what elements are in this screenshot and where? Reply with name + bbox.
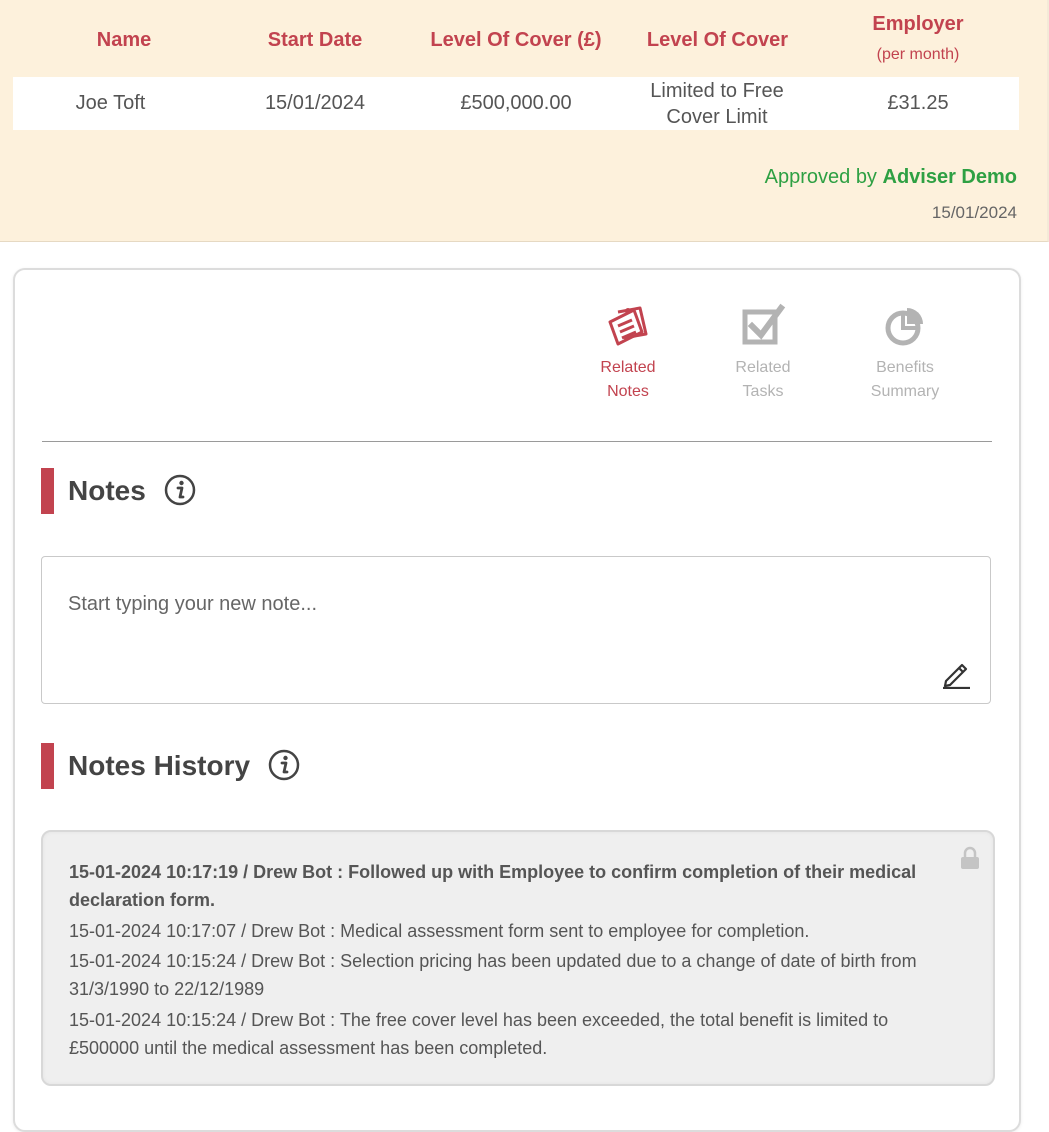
- notes-heading: Notes: [41, 468, 196, 514]
- history-entry: 15-01-2024 10:17:19 / Drew Bot : Followe…: [69, 858, 959, 914]
- history-entry-line1: 15-01-2024 10:17:07 / Drew Bot : Medical…: [69, 921, 810, 941]
- approval-status: Approved by Adviser Demo: [765, 166, 1017, 189]
- cell-level-of-cover-line1: Limited to Free: [650, 80, 784, 102]
- heading-accent-bar: [41, 468, 54, 514]
- tab-related-notes-line1: Related: [600, 359, 656, 376]
- history-entry: 15-01-2024 10:17:07 / Drew Bot : Medical…: [69, 917, 959, 945]
- history-entry-line1: 15-01-2024 10:17:19 / Drew Bot : Followe…: [69, 862, 917, 882]
- related-card: Related Notes Related Tasks Benefits Sum…: [13, 268, 1021, 1132]
- tab-related-notes-line2: Notes: [607, 383, 649, 400]
- header-employer: Employer (per month): [848, 13, 988, 64]
- header-employer-sub: (per month): [876, 46, 960, 63]
- approval-date: 15/01/2024: [931, 203, 1017, 222]
- notes-icon: [608, 306, 648, 346]
- new-note-input[interactable]: [68, 593, 928, 616]
- cell-level-of-cover-line2: Cover Limit: [666, 106, 768, 128]
- lock-icon[interactable]: [959, 846, 981, 870]
- info-icon[interactable]: [164, 474, 196, 506]
- cell-start-date: 15/01/2024: [264, 92, 366, 114]
- header-name: Name: [96, 29, 152, 51]
- tab-benefits-summary[interactable]: Benefits Summary: [850, 302, 960, 404]
- approved-by-name: Adviser Demo: [882, 166, 1018, 188]
- cell-level-of-cover: Limited to Free Cover Limit: [627, 78, 807, 130]
- tab-benefits-summary-line1: Benefits: [876, 359, 934, 376]
- cell-level-of-cover-gbp: £500,000.00: [460, 92, 572, 114]
- info-icon[interactable]: [268, 749, 300, 781]
- history-entry-line1: 15-01-2024 10:15:24 / Drew Bot : The fre…: [69, 1010, 889, 1030]
- notes-history-heading: Notes History: [41, 743, 300, 789]
- notes-history-title: Notes History: [68, 750, 251, 781]
- history-entry: 15-01-2024 10:15:24 / Drew Bot : The fre…: [69, 1006, 959, 1062]
- cover-summary-panel: Name Start Date Level Of Cover (£) Level…: [0, 0, 1049, 242]
- notes-history-list[interactable]: 15-01-2024 10:17:19 / Drew Bot : Followe…: [41, 830, 995, 1086]
- tab-related-notes[interactable]: Related Notes: [573, 302, 683, 404]
- approved-prefix: Approved by: [764, 166, 877, 188]
- pencil-icon[interactable]: [940, 657, 972, 689]
- header-level-of-cover-gbp: Level Of Cover (£): [430, 29, 602, 51]
- tab-related-tasks-line1: Related: [735, 359, 791, 376]
- header-start-date: Start Date: [267, 29, 363, 51]
- history-entry: 15-01-2024 10:15:24 / Drew Bot : Selecti…: [69, 947, 959, 1003]
- notes-title: Notes: [68, 475, 146, 506]
- heading-accent-bar: [41, 743, 54, 789]
- history-entry-line2: £500000 until the medical assessment has…: [69, 1038, 548, 1058]
- cell-employer-cost: £31.25: [887, 92, 949, 114]
- tab-related-tasks[interactable]: Related Tasks: [708, 302, 818, 404]
- header-employer-label: Employer: [872, 13, 964, 35]
- pie-chart-icon: [885, 308, 923, 346]
- tab-benefits-summary-line2: Summary: [870, 383, 940, 400]
- header-level-of-cover: Level Of Cover: [646, 29, 789, 51]
- checkbox-icon: [742, 303, 786, 345]
- history-entry-line2: 31/3/1990 to 22/12/1989: [69, 979, 265, 999]
- tabs-divider: [42, 441, 992, 442]
- cell-name: Joe Toft: [75, 92, 146, 114]
- table-row: Joe Toft 15/01/2024 £500,000.00 Limited …: [13, 77, 1019, 130]
- new-note-box[interactable]: [41, 556, 991, 704]
- history-entry-line2: declaration form.: [69, 890, 216, 910]
- tab-related-tasks-line2: Tasks: [742, 383, 784, 400]
- history-entry-line1: 15-01-2024 10:15:24 / Drew Bot : Selecti…: [69, 951, 917, 971]
